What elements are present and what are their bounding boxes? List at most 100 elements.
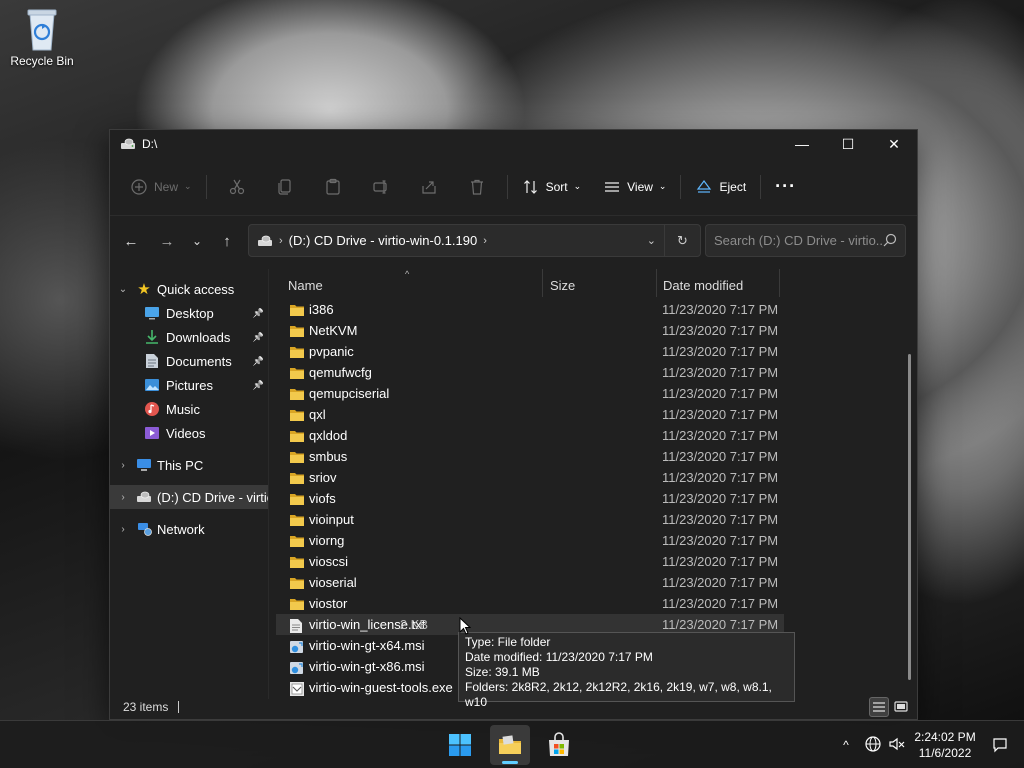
- folder-row[interactable]: NetKVM 11/23/2020 7:17 PM: [276, 320, 784, 341]
- column-divider[interactable]: [656, 269, 657, 297]
- details-view-button[interactable]: [869, 697, 889, 717]
- folder-icon: [289, 513, 305, 527]
- folder-icon: [289, 387, 305, 401]
- search-box[interactable]: [705, 224, 906, 257]
- recent-locations-button[interactable]: ⌄: [182, 226, 212, 256]
- folder-row[interactable]: sriov 11/23/2020 7:17 PM: [276, 467, 784, 488]
- new-button[interactable]: New ⌄: [122, 171, 200, 203]
- cd-drive-icon: [136, 489, 152, 505]
- folder-row[interactable]: qxldod 11/23/2020 7:17 PM: [276, 425, 784, 446]
- vertical-scrollbar[interactable]: [908, 354, 911, 680]
- recycle-bin-shortcut[interactable]: Recycle Bin: [6, 4, 78, 68]
- folder-icon: [289, 492, 305, 506]
- paste-button[interactable]: [309, 171, 357, 203]
- address-bar[interactable]: › (D:) CD Drive - virtio-win-0.1.190 › ⌄…: [248, 224, 701, 257]
- nav-this-pc-label: This PC: [157, 457, 204, 473]
- column-divider[interactable]: [542, 269, 543, 297]
- folder-row[interactable]: vioinput 11/23/2020 7:17 PM: [276, 509, 784, 530]
- folder-row[interactable]: pvpanic 11/23/2020 7:17 PM: [276, 341, 784, 362]
- search-input[interactable]: [714, 233, 884, 248]
- nav-quick-access[interactable]: ⌄ ★ Quick access: [110, 277, 268, 301]
- file-explorer-taskbar-button[interactable]: [490, 725, 530, 765]
- recycle-bin-label: Recycle Bin: [10, 54, 74, 68]
- folder-row[interactable]: viostor 11/23/2020 7:17 PM: [276, 593, 784, 614]
- minimize-button[interactable]: —: [779, 130, 825, 158]
- file-date-modified: 11/23/2020 7:17 PM: [662, 533, 779, 548]
- system-tray: ^: [838, 721, 906, 768]
- forward-button[interactable]: →: [152, 226, 182, 256]
- nav-item-videos[interactable]: Videos: [110, 421, 268, 445]
- chevron-right-icon[interactable]: ›: [117, 524, 129, 535]
- volume-muted-icon[interactable]: [888, 735, 906, 756]
- folder-row[interactable]: qemupciserial 11/23/2020 7:17 PM: [276, 383, 784, 404]
- clock[interactable]: 2:24:02 PM 11/6/2022: [905, 729, 985, 761]
- close-button[interactable]: ✕: [871, 130, 917, 158]
- folder-row[interactable]: viofs 11/23/2020 7:17 PM: [276, 488, 784, 509]
- copy-button[interactable]: [261, 171, 309, 203]
- up-button[interactable]: ↑: [212, 226, 242, 256]
- title-bar[interactable]: D:\ — ☐ ✕: [110, 130, 917, 158]
- notifications-button[interactable]: [992, 721, 1008, 768]
- column-divider[interactable]: [779, 269, 780, 297]
- column-name[interactable]: Name: [288, 278, 323, 293]
- column-date-modified[interactable]: Date modified: [663, 278, 743, 293]
- pin-icon: 📌: [252, 355, 264, 366]
- file-date-modified: 11/23/2020 7:17 PM: [662, 596, 779, 611]
- microsoft-store-taskbar-button[interactable]: [539, 725, 579, 765]
- chevron-right-icon[interactable]: ›: [117, 460, 129, 471]
- nav-item-downloads[interactable]: Downloads 📌: [110, 325, 268, 349]
- delete-button[interactable]: [453, 171, 501, 203]
- nav-item-music[interactable]: Music: [110, 397, 268, 421]
- folder-row[interactable]: viorng 11/23/2020 7:17 PM: [276, 530, 784, 551]
- folder-row[interactable]: i386 11/23/2020 7:17 PM: [276, 299, 784, 320]
- nav-item-documents[interactable]: Documents 📌: [110, 349, 268, 373]
- large-icons-view-button[interactable]: [891, 697, 911, 717]
- nav-network[interactable]: › Network: [110, 517, 268, 541]
- rename-button[interactable]: [357, 171, 405, 203]
- sort-button[interactable]: Sort ⌄: [514, 171, 590, 203]
- refresh-button[interactable]: ↻: [664, 225, 700, 256]
- more-icon: ···: [775, 176, 797, 196]
- back-button[interactable]: ←: [116, 226, 146, 256]
- start-button[interactable]: [440, 725, 480, 765]
- folder-row[interactable]: qxl 11/23/2020 7:17 PM: [276, 404, 784, 425]
- show-hidden-icons-button[interactable]: ^: [838, 738, 854, 752]
- maximize-button[interactable]: ☐: [825, 130, 871, 158]
- breadcrumb-segment[interactable]: (D:) CD Drive - virtio-win-0.1.190: [289, 233, 478, 248]
- eject-button[interactable]: Eject: [687, 171, 754, 203]
- view-button[interactable]: View ⌄: [595, 171, 674, 203]
- view-icon: [603, 178, 621, 196]
- file-date-modified: 11/23/2020 7:17 PM: [662, 617, 779, 632]
- file-date-modified: 11/23/2020 7:17 PM: [662, 470, 779, 485]
- notification-icon: [993, 738, 1007, 753]
- file-date-modified: 11/23/2020 7:17 PM: [662, 365, 779, 380]
- nav-cd-drive[interactable]: › (D:) CD Drive - virtio-win-0.1.190: [110, 485, 268, 509]
- videos-icon: [144, 425, 160, 441]
- nav-this-pc[interactable]: › This PC: [110, 453, 268, 477]
- installer-icon: [289, 660, 305, 674]
- nav-item-desktop[interactable]: Desktop 📌: [110, 301, 268, 325]
- details-view-icon: [873, 702, 885, 712]
- nav-item-pictures[interactable]: Pictures 📌: [110, 373, 268, 397]
- arrow-left-icon: ←: [123, 232, 139, 250]
- nav-item-label: Music: [166, 401, 200, 417]
- cut-button[interactable]: [213, 171, 261, 203]
- folder-row[interactable]: qemufwcfg 11/23/2020 7:17 PM: [276, 362, 784, 383]
- mouse-cursor-icon: [459, 617, 471, 635]
- folder-icon: [289, 303, 305, 317]
- paste-icon: [325, 178, 340, 195]
- folder-row[interactable]: vioserial 11/23/2020 7:17 PM: [276, 572, 784, 593]
- sort-icon: [522, 178, 540, 196]
- pane-splitter[interactable]: [268, 269, 269, 699]
- folder-row[interactable]: smbus 11/23/2020 7:17 PM: [276, 446, 784, 467]
- chevron-right-icon[interactable]: ›: [117, 492, 129, 503]
- address-history-chevron-icon[interactable]: ⌄: [647, 234, 656, 247]
- column-size[interactable]: Size: [550, 278, 575, 293]
- nav-cd-drive-label: (D:) CD Drive - virtio-win-0.1.190: [157, 489, 268, 505]
- more-options-button[interactable]: ···: [767, 171, 804, 203]
- folder-row[interactable]: vioscsi 11/23/2020 7:17 PM: [276, 551, 784, 572]
- chevron-down-icon[interactable]: ⌄: [117, 284, 129, 295]
- network-status-icon[interactable]: [864, 735, 882, 756]
- clock-date: 11/6/2022: [918, 746, 972, 760]
- share-button[interactable]: [405, 171, 453, 203]
